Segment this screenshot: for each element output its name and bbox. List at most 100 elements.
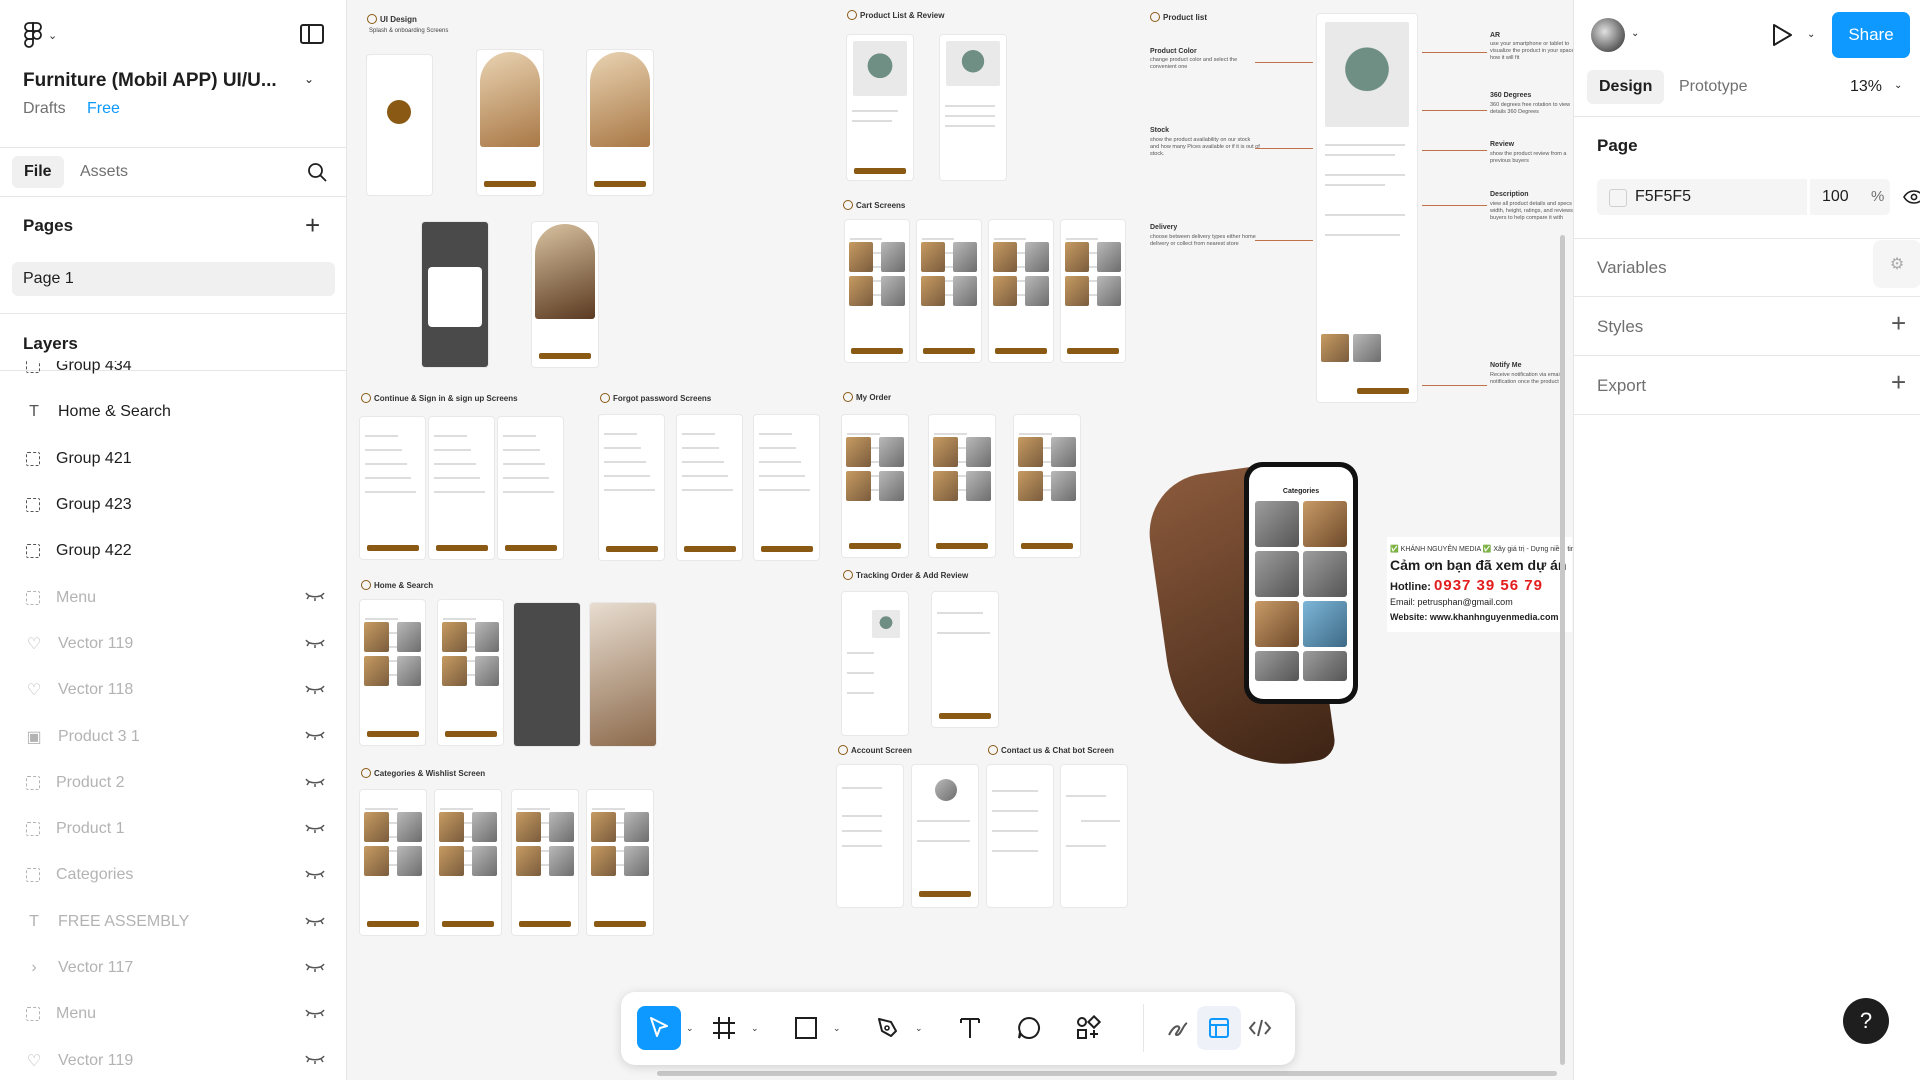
profile-screen[interactable]: [912, 765, 978, 907]
section-title-product-list-review[interactable]: Product List & Review: [847, 10, 944, 20]
hidden-eye-icon[interactable]: [305, 961, 325, 973]
tab-assets[interactable]: Assets: [68, 156, 140, 188]
main-menu-button[interactable]: ⌄: [24, 22, 64, 48]
chevron-down-icon[interactable]: ⌄: [1807, 29, 1815, 40]
hidden-eye-icon[interactable]: [305, 729, 325, 741]
text-tool-button[interactable]: [948, 1006, 992, 1050]
forgot-screen[interactable]: [677, 415, 742, 560]
cart-screen[interactable]: [917, 220, 981, 362]
actions-tool-button[interactable]: [1066, 1006, 1110, 1050]
section-title-account[interactable]: Account Screen: [838, 745, 912, 755]
hidden-eye-icon[interactable]: [305, 822, 325, 834]
section-title-product-list[interactable]: Product list: [1150, 12, 1207, 22]
hidden-eye-icon[interactable]: [305, 915, 325, 927]
chevron-down-icon[interactable]: ⌄: [751, 1023, 759, 1034]
layer-row[interactable]: Group 423: [0, 482, 347, 528]
hidden-eye-icon[interactable]: [305, 1053, 325, 1065]
layer-row[interactable]: T FREE ASSEMBLY: [0, 899, 347, 945]
variables-icon[interactable]: ⚙: [1873, 240, 1920, 288]
hidden-eye-icon[interactable]: [305, 1007, 325, 1019]
onboarding-screen-1[interactable]: [477, 50, 543, 195]
product-detail-screen[interactable]: [1317, 14, 1417, 402]
review-screen[interactable]: [940, 35, 1006, 180]
layer-row[interactable]: ♡ Vector 119: [0, 1037, 347, 1080]
section-title-contact[interactable]: Contact us & Chat bot Screen: [988, 745, 1114, 755]
forgot-screen[interactable]: [754, 415, 819, 560]
tracking-screen[interactable]: [842, 592, 908, 735]
section-title-ui-design[interactable]: UI Design: [367, 14, 417, 24]
present-icon[interactable]: [1770, 22, 1794, 48]
hidden-eye-icon[interactable]: [305, 683, 325, 695]
section-title-tracking[interactable]: Tracking Order & Add Review: [843, 570, 968, 580]
chevron-down-icon[interactable]: ⌄: [1894, 80, 1902, 91]
color-swatch[interactable]: [1609, 189, 1627, 207]
layer-row[interactable]: Group 421: [0, 436, 347, 482]
forgot-screen[interactable]: [599, 415, 664, 560]
design-mode-button[interactable]: [1197, 1006, 1241, 1050]
search-icon[interactable]: [307, 162, 327, 182]
add-page-icon[interactable]: +: [305, 210, 320, 241]
category-screen[interactable]: [512, 790, 578, 935]
onboarding-dialog-screen[interactable]: [422, 222, 488, 367]
page-color-field[interactable]: F5F5F5: [1597, 179, 1807, 215]
layer-row[interactable]: ♡ Vector 119: [0, 621, 347, 667]
layer-row[interactable]: Menu: [0, 574, 347, 620]
layer-row[interactable]: Menu: [0, 991, 347, 1037]
sign-screen[interactable]: [498, 417, 563, 559]
order-screen[interactable]: [842, 415, 908, 557]
layer-row[interactable]: ▣ Product 3 1: [0, 713, 347, 759]
category-screen[interactable]: [360, 790, 426, 935]
cart-screen[interactable]: [1061, 220, 1125, 362]
onboarding-screen-3[interactable]: [532, 222, 598, 367]
help-button[interactable]: ?: [1843, 998, 1889, 1044]
chevron-down-icon[interactable]: ⌄: [686, 1023, 694, 1034]
chevron-down-icon[interactable]: ⌄: [915, 1023, 923, 1034]
draw-mode-button[interactable]: [1156, 1006, 1200, 1050]
hidden-eye-icon[interactable]: [305, 868, 325, 880]
ar-view-screen[interactable]: [590, 603, 656, 746]
chevron-down-icon[interactable]: ⌄: [1631, 28, 1639, 39]
move-tool-button[interactable]: [637, 1006, 681, 1050]
frame-tool-button[interactable]: [702, 1006, 746, 1050]
section-title-forgot[interactable]: Forgot password Screens: [600, 393, 711, 403]
avatar[interactable]: [1591, 18, 1625, 52]
chevron-down-icon[interactable]: ⌄: [833, 1023, 841, 1034]
horizontal-scrollbar[interactable]: [657, 1071, 1557, 1076]
layer-row[interactable]: Group 434: [0, 361, 347, 389]
visibility-eye-icon[interactable]: [1903, 190, 1920, 204]
share-button[interactable]: Share: [1832, 12, 1910, 58]
hidden-eye-icon[interactable]: [305, 637, 325, 649]
page-opacity-field[interactable]: 100 %: [1810, 179, 1890, 215]
tab-design[interactable]: Design: [1587, 70, 1665, 104]
account-screen[interactable]: [837, 765, 903, 907]
home-screen[interactable]: [360, 600, 425, 745]
contact-screen[interactable]: [987, 765, 1053, 907]
onboarding-screen-2[interactable]: [587, 50, 653, 195]
hidden-eye-icon[interactable]: [305, 590, 325, 602]
layer-row[interactable]: › Vector 117: [0, 945, 347, 991]
layer-row[interactable]: T Home & Search: [0, 389, 347, 435]
category-screen[interactable]: [435, 790, 501, 935]
tab-prototype[interactable]: Prototype: [1667, 70, 1759, 104]
dev-mode-button[interactable]: [1238, 1006, 1282, 1050]
layer-row[interactable]: ♡ Vector 118: [0, 667, 347, 713]
section-title-categories[interactable]: Categories & Wishlist Screen: [361, 768, 485, 778]
search-overlay-screen[interactable]: [514, 603, 580, 746]
pen-tool-button[interactable]: [866, 1006, 910, 1050]
comment-tool-button[interactable]: [1007, 1006, 1051, 1050]
sign-screen[interactable]: [429, 417, 494, 559]
layer-row[interactable]: Product 1: [0, 806, 347, 852]
page-item[interactable]: Page 1: [12, 262, 335, 296]
cart-screen[interactable]: [845, 220, 909, 362]
layer-row[interactable]: Product 2: [0, 760, 347, 806]
plan-badge[interactable]: Free: [87, 100, 120, 118]
chevron-down-icon[interactable]: ⌄: [304, 72, 314, 86]
sidebar-toggle-icon[interactable]: [300, 24, 324, 44]
order-screen[interactable]: [929, 415, 995, 557]
add-export-icon[interactable]: +: [1891, 367, 1906, 398]
opacity-value[interactable]: 100: [1822, 188, 1849, 206]
sign-screen[interactable]: [360, 417, 425, 559]
category-screen[interactable]: [587, 790, 653, 935]
section-title-my-order[interactable]: My Order: [843, 392, 891, 402]
layer-row[interactable]: Group 422: [0, 528, 347, 574]
